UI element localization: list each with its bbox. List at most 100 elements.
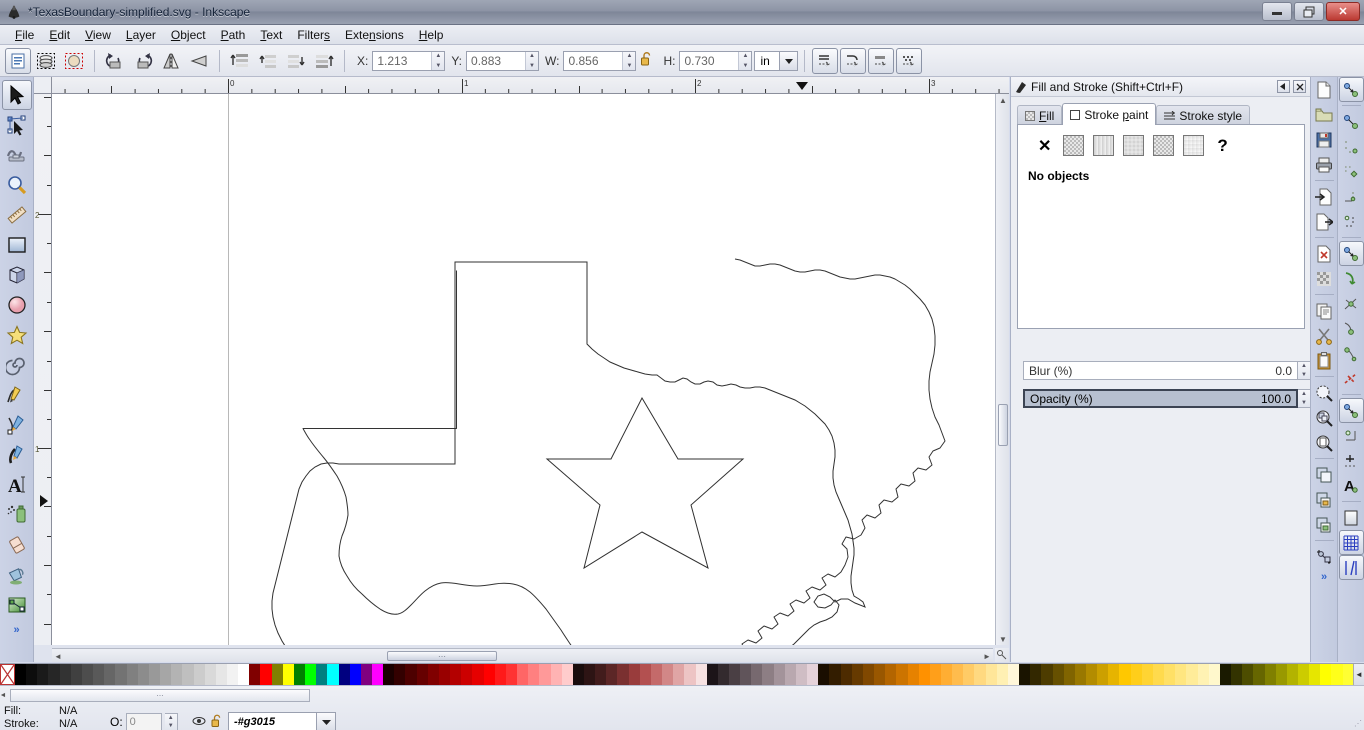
- select-all-icon[interactable]: [5, 47, 31, 74]
- save-document-icon[interactable]: [1312, 127, 1337, 152]
- drawing-canvas[interactable]: [52, 94, 1009, 645]
- selector-tool[interactable]: [1, 80, 32, 110]
- opacity-stepper-status[interactable]: ▲ ▼: [164, 713, 178, 730]
- palette-swatch[interactable]: [874, 664, 886, 685]
- snap-rotation-center-icon[interactable]: [1339, 448, 1364, 473]
- palette-swatch[interactable]: [438, 664, 451, 685]
- palette-swatch[interactable]: [93, 664, 105, 685]
- palette-swatch[interactable]: [985, 664, 997, 685]
- palette-swatch[interactable]: [952, 664, 964, 685]
- palette-swatch[interactable]: [940, 664, 953, 685]
- palette-swatch[interactable]: [1197, 664, 1209, 685]
- menu-path[interactable]: Path: [214, 26, 253, 44]
- palette-swatch[interactable]: [617, 664, 629, 685]
- palette-swatch[interactable]: [1242, 664, 1254, 685]
- w-stepper[interactable]: ▲ ▼: [622, 51, 636, 70]
- palette-swatch[interactable]: [751, 664, 763, 685]
- palette-swatch[interactable]: [583, 664, 596, 685]
- horizontal-ruler[interactable]: 0 1 2 3: [52, 77, 1009, 94]
- unlock-icon[interactable]: [211, 714, 223, 730]
- palette-swatch[interactable]: [148, 664, 161, 685]
- palette-scrollbar[interactable]: ⋯: [10, 689, 310, 702]
- snap-cusp-node-icon[interactable]: [1339, 316, 1364, 341]
- chevron-down-icon[interactable]: [779, 51, 798, 70]
- close-button[interactable]: ✕: [1326, 2, 1360, 21]
- blur-meter[interactable]: Blur (%) 0.0: [1023, 361, 1298, 380]
- tab-stroke-paint[interactable]: Stroke paint: [1062, 103, 1157, 125]
- y-input[interactable]: [467, 51, 526, 70]
- palette-swatch[interactable]: [1086, 664, 1098, 685]
- 3dbox-tool[interactable]: [2, 260, 32, 290]
- close-dock-icon[interactable]: [1293, 80, 1306, 93]
- palette-swatch[interactable]: [37, 664, 49, 685]
- scroll-down-arrow[interactable]: ▼: [998, 634, 1008, 644]
- palette-swatch[interactable]: [795, 664, 808, 685]
- palette-swatch[interactable]: [762, 664, 774, 685]
- no-paint-button[interactable]: ✕: [1038, 136, 1051, 156]
- y-field[interactable]: ▲▼: [466, 50, 540, 71]
- palette-swatch[interactable]: [595, 664, 607, 685]
- opacity-input[interactable]: 0: [125, 713, 162, 730]
- flat-color-button[interactable]: [1063, 135, 1085, 156]
- tab-stroke-style[interactable]: Stroke style: [1156, 105, 1251, 125]
- resize-grip[interactable]: ⋰: [1354, 719, 1362, 728]
- palette-swatch[interactable]: [550, 664, 562, 685]
- snap-bbox-center-icon[interactable]: [1339, 209, 1364, 234]
- zoom-drawing-icon[interactable]: [1312, 405, 1337, 430]
- palette-swatch[interactable]: [338, 664, 350, 685]
- palette-swatch[interactable]: [963, 664, 975, 685]
- layer-chevron-down-icon[interactable]: [316, 713, 335, 730]
- menu-object[interactable]: Object: [164, 26, 213, 44]
- palette-swatch[interactable]: [807, 664, 819, 685]
- zoom-tool[interactable]: [2, 170, 32, 200]
- palette-swatch[interactable]: [528, 664, 540, 685]
- duplicate-icon[interactable]: [1312, 298, 1337, 323]
- palette-swatch[interactable]: [673, 664, 685, 685]
- palette-swatches[interactable]: [15, 664, 1354, 685]
- palette-swatch[interactable]: [349, 664, 361, 685]
- lower-icon[interactable]: [283, 48, 309, 74]
- open-document-icon[interactable]: [1312, 102, 1337, 127]
- texas-boundary-drawing[interactable]: [52, 94, 1009, 645]
- palette-swatch[interactable]: [862, 664, 875, 685]
- palette-swatch[interactable]: [115, 664, 127, 685]
- snap-others-icon[interactable]: [1338, 398, 1364, 423]
- rotate-90-ccw-icon[interactable]: [102, 48, 128, 74]
- palette-swatch[interactable]: [461, 664, 473, 685]
- snap-bounding-box-icon[interactable]: [1339, 109, 1364, 134]
- palette-swatch[interactable]: [427, 664, 439, 685]
- palette-swatch[interactable]: [1231, 664, 1243, 685]
- spiral-tool[interactable]: [2, 350, 32, 380]
- palette-swatch[interactable]: [394, 664, 406, 685]
- palette-swatch[interactable]: [1253, 664, 1265, 685]
- palette-swatch[interactable]: [215, 664, 227, 685]
- print-document-icon[interactable]: [1312, 152, 1337, 177]
- gradient-tool[interactable]: [2, 590, 32, 620]
- pattern-button[interactable]: [1153, 135, 1175, 156]
- palette-swatch[interactable]: [929, 664, 941, 685]
- color-palette[interactable]: ◄: [0, 663, 1364, 685]
- tab-fill[interactable]: Fill: [1017, 105, 1063, 125]
- palette-swatch[interactable]: [70, 664, 82, 685]
- snap-path-intersection-icon[interactable]: [1339, 291, 1364, 316]
- undo-history-icon[interactable]: [1312, 241, 1337, 266]
- palette-swatch[interactable]: [918, 664, 930, 685]
- palette-swatch[interactable]: [249, 664, 261, 685]
- palette-swatch[interactable]: [628, 664, 640, 685]
- palette-swatch[interactable]: [372, 664, 384, 685]
- measure-tool[interactable]: [2, 200, 32, 230]
- palette-swatch[interactable]: [662, 664, 674, 685]
- palette-swatch[interactable]: [773, 664, 785, 685]
- menu-layer[interactable]: Layer: [119, 26, 163, 44]
- palette-swatch[interactable]: [1130, 664, 1142, 685]
- palette-swatch[interactable]: [740, 664, 752, 685]
- lock-open-icon[interactable]: [640, 51, 653, 70]
- canvas-vertical-scrollbar[interactable]: ▲ ▼: [995, 94, 1009, 645]
- calligraphy-tool[interactable]: [2, 440, 32, 470]
- lower-to-bottom-icon[interactable]: [311, 48, 337, 74]
- menu-extensions[interactable]: Extensions: [338, 26, 411, 44]
- palette-swatch[interactable]: [1097, 664, 1109, 685]
- palette-swatch[interactable]: [818, 664, 830, 685]
- palette-swatch[interactable]: [684, 664, 696, 685]
- paint-bucket-tool[interactable]: [2, 560, 32, 590]
